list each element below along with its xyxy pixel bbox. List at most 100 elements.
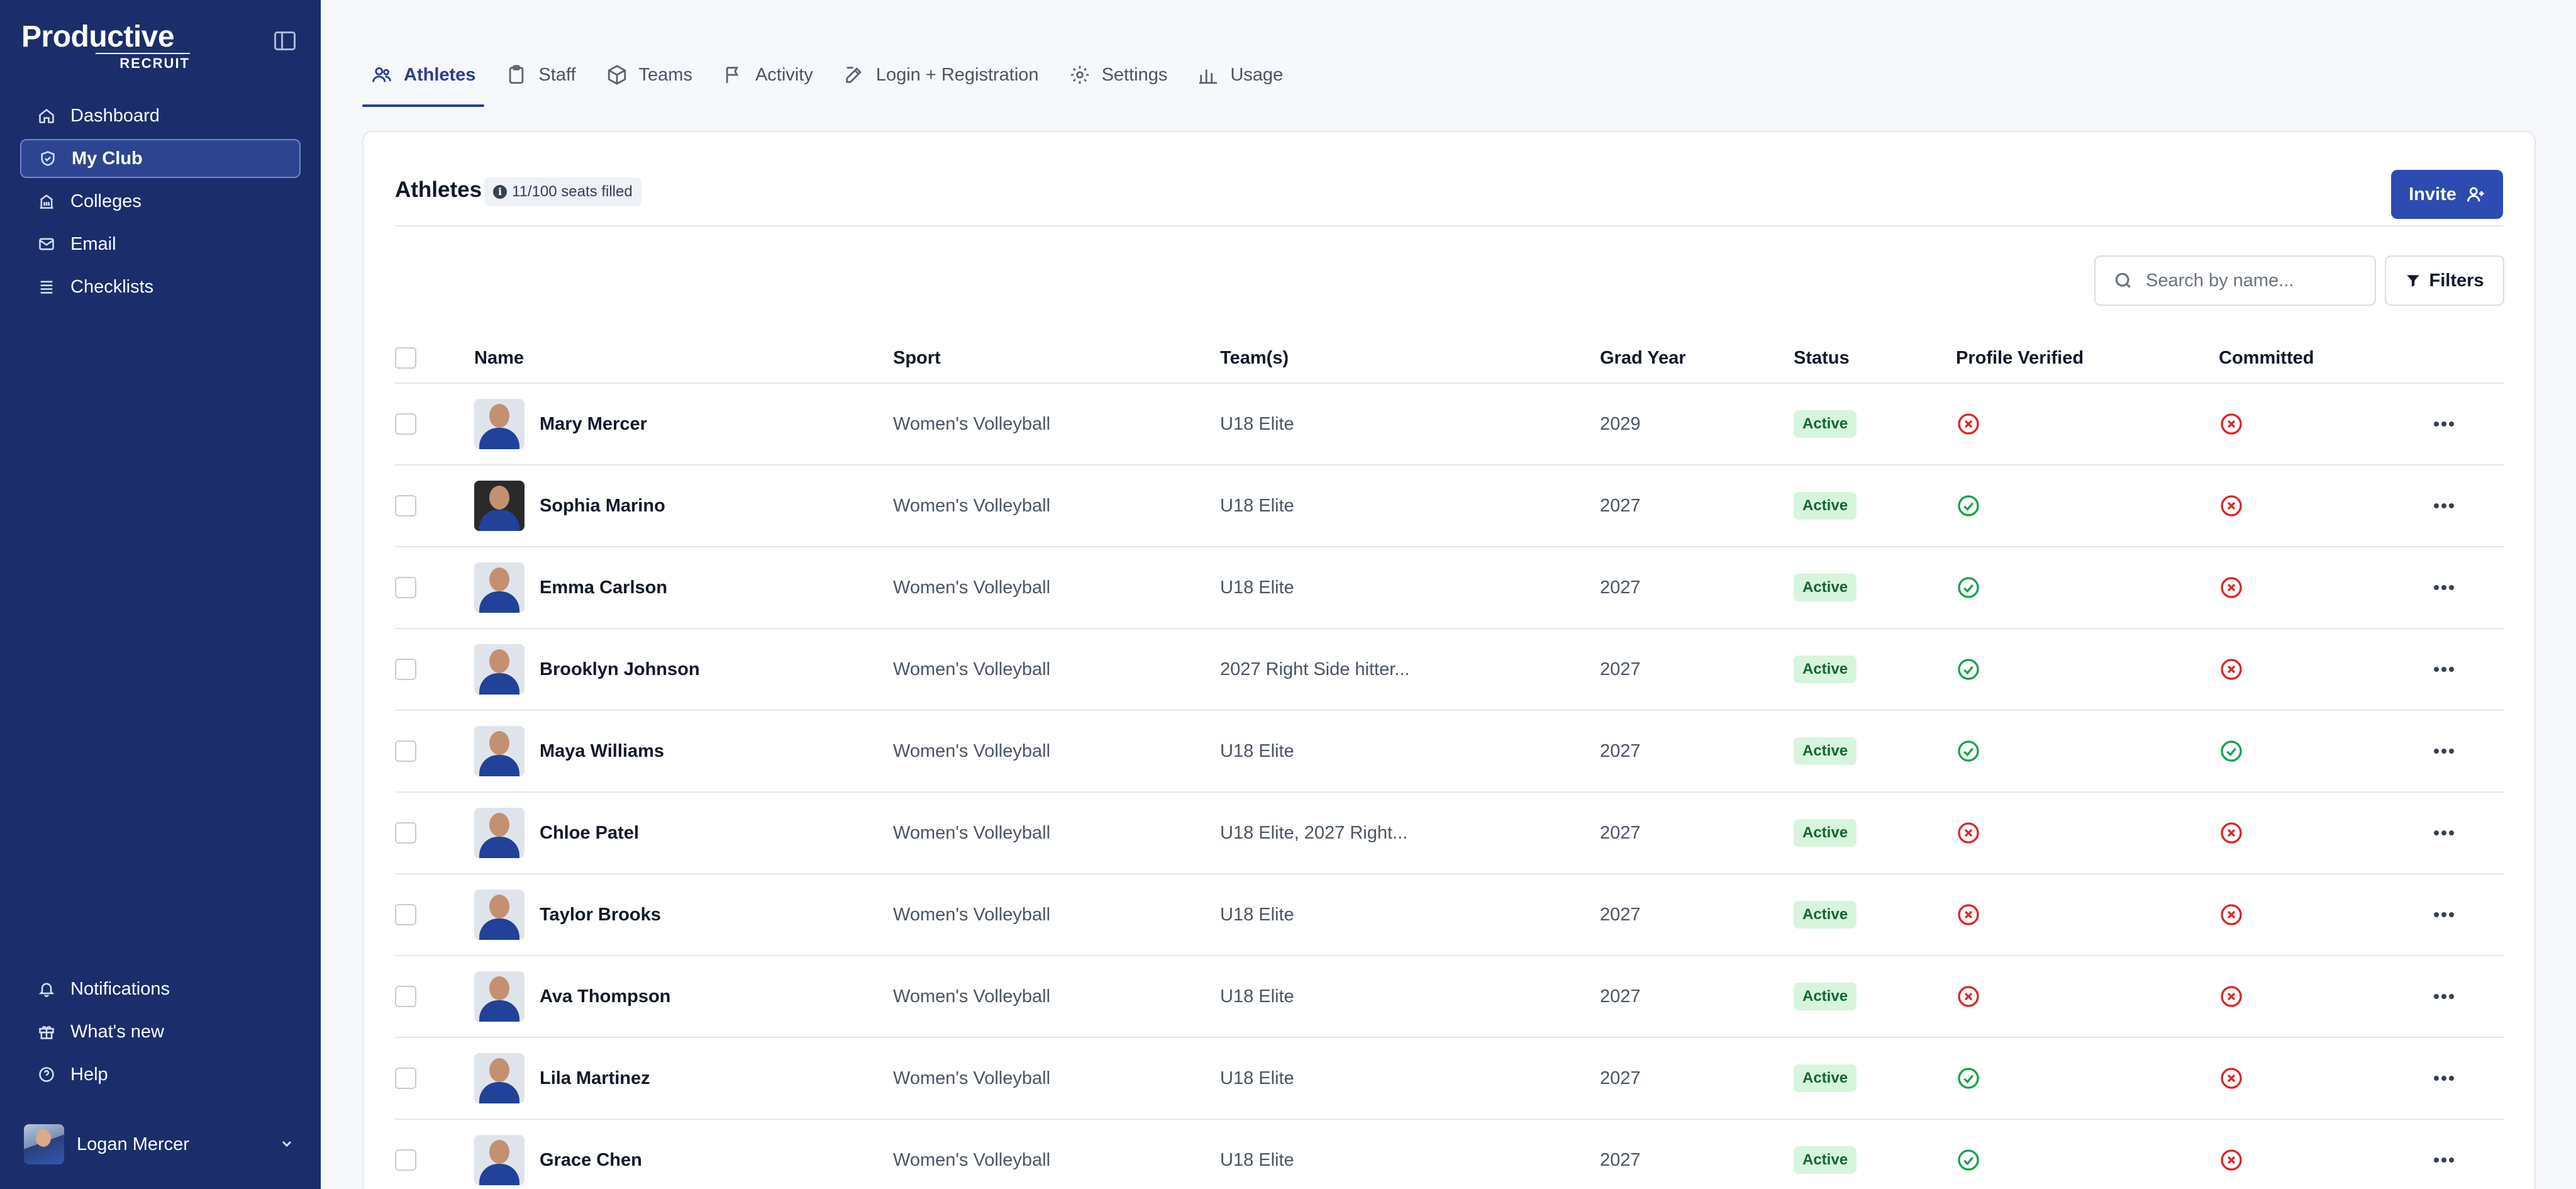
select-all-checkbox[interactable] <box>395 347 416 369</box>
athlete-cell[interactable]: Brooklyn Johnson <box>474 629 700 710</box>
athlete-name[interactable]: Maya Williams <box>540 741 664 762</box>
athlete-cell[interactable]: Taylor Brooks <box>474 874 661 955</box>
table-row[interactable]: Grace Chen Women's Volleyball U18 Elite 202… <box>395 1120 2504 1189</box>
sidebar-item-my-club[interactable]: My Club <box>20 139 301 178</box>
search-box[interactable] <box>2094 255 2376 306</box>
status-badge: Active <box>1794 410 1857 438</box>
table-row[interactable]: Emma Carlson Women's Volleyball U18 Elite 2… <box>395 547 2504 629</box>
sidebar-item-label: Dashboard <box>70 105 160 126</box>
table-row[interactable]: Lila Martinez Women's Volleyball U18 Elite… <box>395 1038 2504 1120</box>
athlete-name[interactable]: Grace Chen <box>540 1150 642 1171</box>
more-options-icon[interactable] <box>2433 874 2455 955</box>
column-header-sport[interactable]: Sport <box>893 332 941 384</box>
tab-activity[interactable]: Activity <box>714 52 822 98</box>
athlete-cell[interactable]: Lila Martinez <box>474 1038 650 1119</box>
column-header-name[interactable]: Name <box>474 332 524 384</box>
help-icon <box>38 1066 55 1083</box>
more-options-icon[interactable] <box>2433 956 2455 1037</box>
athlete-cell[interactable]: Chloe Patel <box>474 793 639 873</box>
invite-button[interactable]: Invite <box>2391 170 2503 219</box>
tab-athletes[interactable]: Athletes <box>362 52 485 107</box>
sidebar-item-colleges[interactable]: Colleges <box>20 182 301 221</box>
table-row[interactable]: Ava Thompson Women's Volleyball U18 Elite 2… <box>395 956 2504 1038</box>
tab-settings[interactable]: Settings <box>1060 52 1177 98</box>
column-header-profile-verified[interactable]: Profile Verified <box>1956 332 2084 384</box>
row-checkbox[interactable] <box>395 904 416 925</box>
row-checkbox[interactable] <box>395 822 416 844</box>
row-checkbox-cell <box>395 629 416 710</box>
sidebar-item-help[interactable]: Help <box>20 1055 301 1094</box>
check-circle-icon <box>1956 547 1981 628</box>
search-input[interactable] <box>2146 270 2347 291</box>
more-options-icon[interactable] <box>2433 466 2455 546</box>
athlete-cell[interactable]: Sophia Marino <box>474 466 665 546</box>
logo[interactable]: Productive RECRUIT <box>21 21 190 71</box>
athlete-cell[interactable]: Ava Thompson <box>474 956 670 1037</box>
sidebar-item-dashboard[interactable]: Dashboard <box>20 96 301 135</box>
row-checkbox[interactable] <box>395 495 416 516</box>
sidebar-item-email[interactable]: Email <box>20 225 301 264</box>
athlete-name[interactable]: Emma Carlson <box>540 578 667 598</box>
filters-button[interactable]: Filters <box>2385 255 2504 306</box>
chevron-down-icon[interactable] <box>279 1136 294 1151</box>
athlete-name[interactable]: Chloe Patel <box>540 823 639 844</box>
tab-staff[interactable]: Staff <box>497 52 584 98</box>
more-options-icon[interactable] <box>2433 1120 2455 1189</box>
status-cell: Active <box>1794 956 1857 1037</box>
table-row[interactable]: Mary Mercer Women's Volleyball U18 Elite 20… <box>395 384 2504 466</box>
column-header-status[interactable]: Status <box>1794 332 1850 384</box>
column-header-committed[interactable]: Committed <box>2219 332 2314 384</box>
row-checkbox[interactable] <box>395 1068 416 1089</box>
athlete-name[interactable]: Brooklyn Johnson <box>540 659 700 680</box>
x-circle-icon <box>2219 384 2244 464</box>
athlete-cell[interactable]: Mary Mercer <box>474 384 647 464</box>
athlete-name[interactable]: Sophia Marino <box>540 496 665 516</box>
row-checkbox[interactable] <box>395 413 416 435</box>
grad-year-cell: 2027 <box>1600 740 1641 761</box>
row-checkbox[interactable] <box>395 986 416 1007</box>
athlete-name[interactable]: Ava Thompson <box>540 986 670 1007</box>
column-header-grad-year[interactable]: Grad Year <box>1600 332 1686 384</box>
sidebar-toggle-icon[interactable] <box>274 31 296 50</box>
seats-badge: 11/100 seats filled <box>484 177 641 206</box>
more-options-icon[interactable] <box>2433 793 2455 873</box>
user-name: Logan Mercer <box>77 1134 189 1154</box>
row-checkbox[interactable] <box>395 577 416 598</box>
clipboard-icon <box>509 65 524 84</box>
status-badge: Active <box>1794 656 1857 683</box>
athlete-cell[interactable]: Emma Carlson <box>474 547 667 628</box>
table-row[interactable]: Sophia Marino Women's Volleyball U18 Elite… <box>395 466 2504 547</box>
table-row[interactable]: Chloe Patel Women's Volleyball U18 Elite, … <box>395 793 2504 874</box>
athlete-name[interactable]: Lila Martinez <box>540 1068 650 1089</box>
table-row[interactable]: Taylor Brooks Women's Volleyball U18 Elite… <box>395 874 2504 956</box>
row-checkbox-cell <box>395 466 416 546</box>
sport-cell: Women's Volleyball <box>893 986 1051 1007</box>
more-options-icon[interactable] <box>2433 711 2455 791</box>
athlete-name[interactable]: Mary Mercer <box>540 414 647 435</box>
sidebar-nav: Dashboard My Club Colleges Email Checkli… <box>20 96 301 310</box>
athlete-name[interactable]: Taylor Brooks <box>540 905 661 925</box>
athlete-photo <box>474 808 525 858</box>
row-checkbox[interactable] <box>395 1149 416 1171</box>
tab-login-registration[interactable]: Login + Registration <box>835 52 1048 98</box>
more-options-icon[interactable] <box>2433 1038 2455 1119</box>
sidebar-item-notifications[interactable]: Notifications <box>20 969 301 1008</box>
more-options-icon[interactable] <box>2433 384 2455 464</box>
row-checkbox[interactable] <box>395 659 416 680</box>
row-checkbox[interactable] <box>395 740 416 762</box>
user-menu[interactable]: Logan Mercer <box>24 1124 294 1165</box>
more-options-icon[interactable] <box>2433 547 2455 628</box>
teams-cell: U18 Elite <box>1220 904 1294 925</box>
athlete-cell[interactable]: Grace Chen <box>474 1120 642 1189</box>
status-badge: Active <box>1794 1064 1857 1092</box>
table-row[interactable]: Brooklyn Johnson Women's Volleyball 2027 R… <box>395 629 2504 711</box>
athlete-cell[interactable]: Maya Williams <box>474 711 664 791</box>
tab-teams[interactable]: Teams <box>597 52 701 98</box>
more-options-icon[interactable] <box>2433 629 2455 710</box>
sidebar-item-whats-new[interactable]: What's new <box>20 1012 301 1051</box>
column-header-teams[interactable]: Team(s) <box>1220 332 1289 384</box>
status-badge: Active <box>1794 574 1857 601</box>
table-row[interactable]: Maya Williams Women's Volleyball U18 Elite… <box>395 711 2504 793</box>
tab-usage[interactable]: Usage <box>1189 52 1292 98</box>
sidebar-item-checklists[interactable]: Checklists <box>20 267 301 306</box>
